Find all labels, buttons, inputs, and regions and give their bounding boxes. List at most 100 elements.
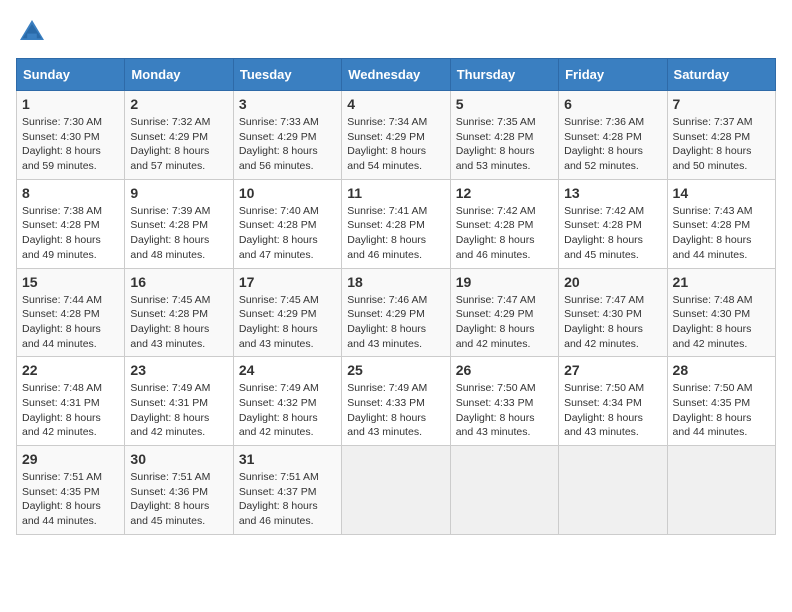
day-number: 1 xyxy=(22,96,119,112)
day-info: Sunrise: 7:34 AM Sunset: 4:29 PM Dayligh… xyxy=(347,115,444,174)
day-number: 24 xyxy=(239,362,336,378)
day-number: 26 xyxy=(456,362,553,378)
calendar-cell: 14 Sunrise: 7:43 AM Sunset: 4:28 PM Dayl… xyxy=(667,179,775,268)
header-tuesday: Tuesday xyxy=(233,59,341,91)
day-info: Sunrise: 7:51 AM Sunset: 4:35 PM Dayligh… xyxy=(22,470,119,529)
day-info: Sunrise: 7:38 AM Sunset: 4:28 PM Dayligh… xyxy=(22,204,119,263)
day-info: Sunrise: 7:51 AM Sunset: 4:36 PM Dayligh… xyxy=(130,470,227,529)
day-info: Sunrise: 7:36 AM Sunset: 4:28 PM Dayligh… xyxy=(564,115,661,174)
day-number: 7 xyxy=(673,96,770,112)
calendar-cell: 5 Sunrise: 7:35 AM Sunset: 4:28 PM Dayli… xyxy=(450,91,558,180)
day-info: Sunrise: 7:39 AM Sunset: 4:28 PM Dayligh… xyxy=(130,204,227,263)
calendar-cell: 26 Sunrise: 7:50 AM Sunset: 4:33 PM Dayl… xyxy=(450,357,558,446)
day-number: 6 xyxy=(564,96,661,112)
calendar-cell: 22 Sunrise: 7:48 AM Sunset: 4:31 PM Dayl… xyxy=(17,357,125,446)
calendar-cell: 13 Sunrise: 7:42 AM Sunset: 4:28 PM Dayl… xyxy=(559,179,667,268)
day-number: 20 xyxy=(564,274,661,290)
day-number: 29 xyxy=(22,451,119,467)
day-info: Sunrise: 7:41 AM Sunset: 4:28 PM Dayligh… xyxy=(347,204,444,263)
calendar-cell xyxy=(559,446,667,535)
day-info: Sunrise: 7:46 AM Sunset: 4:29 PM Dayligh… xyxy=(347,293,444,352)
header-sunday: Sunday xyxy=(17,59,125,91)
day-info: Sunrise: 7:45 AM Sunset: 4:29 PM Dayligh… xyxy=(239,293,336,352)
calendar-cell: 29 Sunrise: 7:51 AM Sunset: 4:35 PM Dayl… xyxy=(17,446,125,535)
day-number: 31 xyxy=(239,451,336,467)
header-wednesday: Wednesday xyxy=(342,59,450,91)
header-monday: Monday xyxy=(125,59,233,91)
header-saturday: Saturday xyxy=(667,59,775,91)
day-info: Sunrise: 7:32 AM Sunset: 4:29 PM Dayligh… xyxy=(130,115,227,174)
calendar-cell: 15 Sunrise: 7:44 AM Sunset: 4:28 PM Dayl… xyxy=(17,268,125,357)
calendar-cell: 19 Sunrise: 7:47 AM Sunset: 4:29 PM Dayl… xyxy=(450,268,558,357)
calendar-cell: 23 Sunrise: 7:49 AM Sunset: 4:31 PM Dayl… xyxy=(125,357,233,446)
day-info: Sunrise: 7:37 AM Sunset: 4:28 PM Dayligh… xyxy=(673,115,770,174)
calendar-week-row: 29 Sunrise: 7:51 AM Sunset: 4:35 PM Dayl… xyxy=(17,446,776,535)
day-info: Sunrise: 7:50 AM Sunset: 4:34 PM Dayligh… xyxy=(564,381,661,440)
day-info: Sunrise: 7:43 AM Sunset: 4:28 PM Dayligh… xyxy=(673,204,770,263)
calendar-cell: 24 Sunrise: 7:49 AM Sunset: 4:32 PM Dayl… xyxy=(233,357,341,446)
day-number: 22 xyxy=(22,362,119,378)
calendar-cell: 7 Sunrise: 7:37 AM Sunset: 4:28 PM Dayli… xyxy=(667,91,775,180)
calendar-cell: 4 Sunrise: 7:34 AM Sunset: 4:29 PM Dayli… xyxy=(342,91,450,180)
day-info: Sunrise: 7:40 AM Sunset: 4:28 PM Dayligh… xyxy=(239,204,336,263)
calendar-cell: 10 Sunrise: 7:40 AM Sunset: 4:28 PM Dayl… xyxy=(233,179,341,268)
day-info: Sunrise: 7:48 AM Sunset: 4:31 PM Dayligh… xyxy=(22,381,119,440)
calendar-cell: 1 Sunrise: 7:30 AM Sunset: 4:30 PM Dayli… xyxy=(17,91,125,180)
day-number: 11 xyxy=(347,185,444,201)
logo-icon xyxy=(16,16,48,48)
header-thursday: Thursday xyxy=(450,59,558,91)
day-info: Sunrise: 7:51 AM Sunset: 4:37 PM Dayligh… xyxy=(239,470,336,529)
calendar-cell: 8 Sunrise: 7:38 AM Sunset: 4:28 PM Dayli… xyxy=(17,179,125,268)
weekday-header-row: Sunday Monday Tuesday Wednesday Thursday… xyxy=(17,59,776,91)
calendar-cell: 20 Sunrise: 7:47 AM Sunset: 4:30 PM Dayl… xyxy=(559,268,667,357)
day-info: Sunrise: 7:44 AM Sunset: 4:28 PM Dayligh… xyxy=(22,293,119,352)
calendar-cell: 17 Sunrise: 7:45 AM Sunset: 4:29 PM Dayl… xyxy=(233,268,341,357)
day-number: 2 xyxy=(130,96,227,112)
day-info: Sunrise: 7:45 AM Sunset: 4:28 PM Dayligh… xyxy=(130,293,227,352)
day-info: Sunrise: 7:35 AM Sunset: 4:28 PM Dayligh… xyxy=(456,115,553,174)
day-number: 18 xyxy=(347,274,444,290)
calendar-cell xyxy=(450,446,558,535)
calendar-cell: 3 Sunrise: 7:33 AM Sunset: 4:29 PM Dayli… xyxy=(233,91,341,180)
day-number: 17 xyxy=(239,274,336,290)
day-info: Sunrise: 7:49 AM Sunset: 4:33 PM Dayligh… xyxy=(347,381,444,440)
day-number: 30 xyxy=(130,451,227,467)
calendar-cell: 27 Sunrise: 7:50 AM Sunset: 4:34 PM Dayl… xyxy=(559,357,667,446)
calendar-cell: 31 Sunrise: 7:51 AM Sunset: 4:37 PM Dayl… xyxy=(233,446,341,535)
logo xyxy=(16,16,52,48)
day-info: Sunrise: 7:42 AM Sunset: 4:28 PM Dayligh… xyxy=(456,204,553,263)
day-info: Sunrise: 7:49 AM Sunset: 4:31 PM Dayligh… xyxy=(130,381,227,440)
calendar-cell: 6 Sunrise: 7:36 AM Sunset: 4:28 PM Dayli… xyxy=(559,91,667,180)
calendar-cell xyxy=(667,446,775,535)
day-number: 14 xyxy=(673,185,770,201)
day-number: 4 xyxy=(347,96,444,112)
day-number: 10 xyxy=(239,185,336,201)
day-number: 25 xyxy=(347,362,444,378)
calendar-cell: 2 Sunrise: 7:32 AM Sunset: 4:29 PM Dayli… xyxy=(125,91,233,180)
day-number: 21 xyxy=(673,274,770,290)
day-number: 27 xyxy=(564,362,661,378)
calendar-cell: 21 Sunrise: 7:48 AM Sunset: 4:30 PM Dayl… xyxy=(667,268,775,357)
day-number: 13 xyxy=(564,185,661,201)
day-number: 5 xyxy=(456,96,553,112)
calendar-body: 1 Sunrise: 7:30 AM Sunset: 4:30 PM Dayli… xyxy=(17,91,776,535)
day-info: Sunrise: 7:47 AM Sunset: 4:29 PM Dayligh… xyxy=(456,293,553,352)
day-info: Sunrise: 7:50 AM Sunset: 4:35 PM Dayligh… xyxy=(673,381,770,440)
day-number: 16 xyxy=(130,274,227,290)
calendar-cell: 28 Sunrise: 7:50 AM Sunset: 4:35 PM Dayl… xyxy=(667,357,775,446)
calendar-cell: 18 Sunrise: 7:46 AM Sunset: 4:29 PM Dayl… xyxy=(342,268,450,357)
calendar-cell: 16 Sunrise: 7:45 AM Sunset: 4:28 PM Dayl… xyxy=(125,268,233,357)
day-info: Sunrise: 7:47 AM Sunset: 4:30 PM Dayligh… xyxy=(564,293,661,352)
header-area xyxy=(16,16,776,48)
calendar-week-row: 1 Sunrise: 7:30 AM Sunset: 4:30 PM Dayli… xyxy=(17,91,776,180)
day-info: Sunrise: 7:49 AM Sunset: 4:32 PM Dayligh… xyxy=(239,381,336,440)
calendar-week-row: 22 Sunrise: 7:48 AM Sunset: 4:31 PM Dayl… xyxy=(17,357,776,446)
day-number: 12 xyxy=(456,185,553,201)
calendar-cell: 25 Sunrise: 7:49 AM Sunset: 4:33 PM Dayl… xyxy=(342,357,450,446)
day-info: Sunrise: 7:33 AM Sunset: 4:29 PM Dayligh… xyxy=(239,115,336,174)
day-info: Sunrise: 7:48 AM Sunset: 4:30 PM Dayligh… xyxy=(673,293,770,352)
day-number: 9 xyxy=(130,185,227,201)
day-number: 3 xyxy=(239,96,336,112)
day-number: 23 xyxy=(130,362,227,378)
day-number: 19 xyxy=(456,274,553,290)
